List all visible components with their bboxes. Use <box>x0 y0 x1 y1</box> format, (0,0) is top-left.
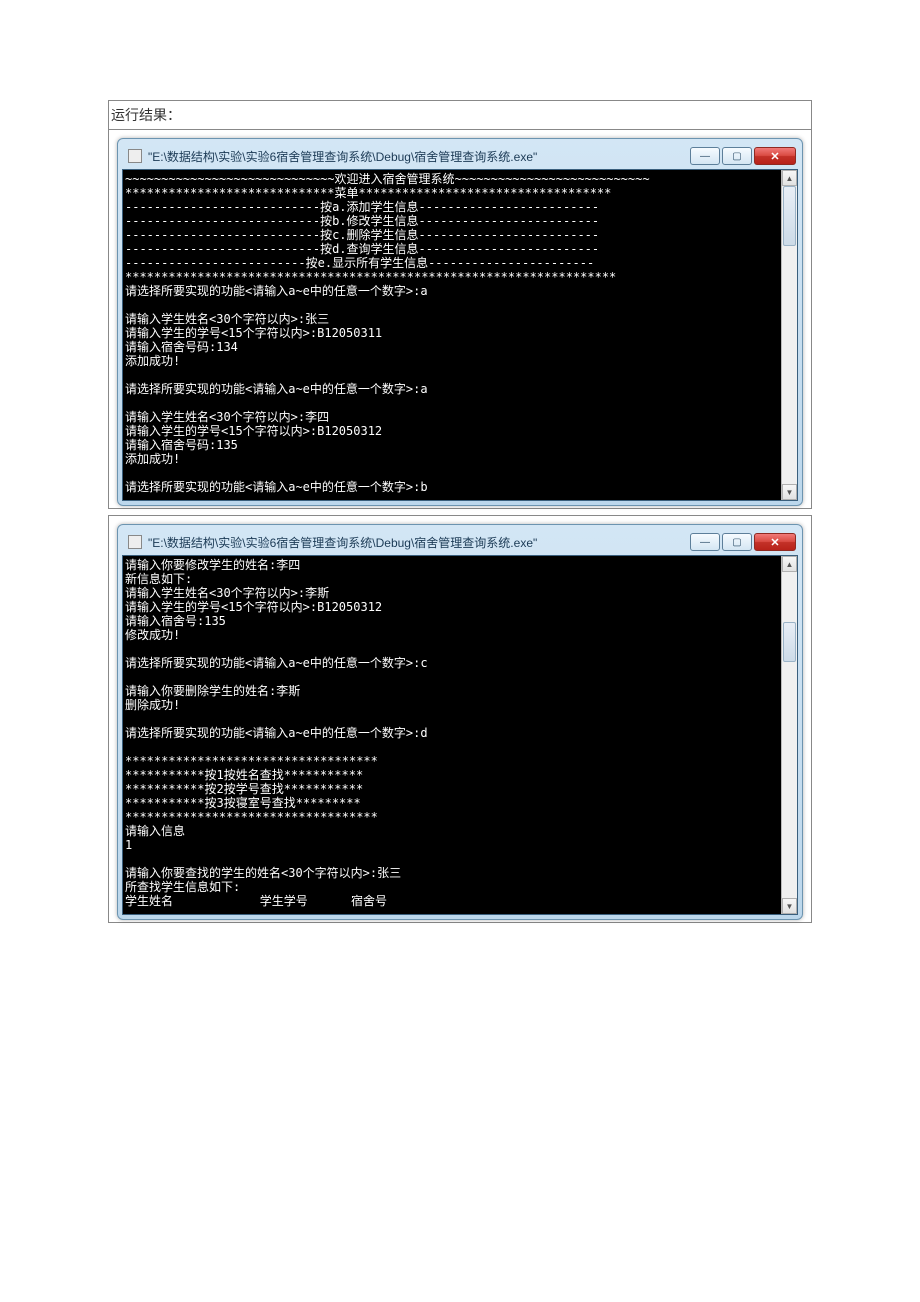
scroll-down-button[interactable]: ▼ <box>782 484 797 500</box>
titlebar[interactable]: "E:\数据结构\实验\实验6宿舍管理查询系统\Debug\宿舍管理查询系统.e… <box>122 529 798 555</box>
console-output: ~~~~~~~~~~~~~~~~~~~~~~~~~~~~~欢迎进入宿舍管理系统~… <box>123 170 797 500</box>
screenshot-frame-2: "E:\数据结构\实验\实验6宿舍管理查询系统\Debug\宿舍管理查询系统.e… <box>108 515 812 923</box>
close-button[interactable]: ✕ <box>754 147 796 165</box>
scroll-up-button[interactable]: ▲ <box>782 556 797 572</box>
scroll-down-button[interactable]: ▼ <box>782 898 797 914</box>
window-controls: — ▢ ✕ <box>688 533 796 551</box>
close-button[interactable]: ✕ <box>754 533 796 551</box>
scroll-up-button[interactable]: ▲ <box>782 170 797 186</box>
console-output: 请输入你要修改学生的姓名:李四 新信息如下: 请输入学生姓名<30个字符以内>:… <box>123 556 797 914</box>
console-window-2: "E:\数据结构\实验\实验6宿舍管理查询系统\Debug\宿舍管理查询系统.e… <box>117 524 803 920</box>
vertical-scrollbar[interactable]: ▲ ▼ <box>781 556 797 914</box>
scroll-track[interactable] <box>782 572 797 898</box>
section-heading: 运行结果： <box>108 100 812 129</box>
console-area: 请输入你要修改学生的姓名:李四 新信息如下: 请输入学生姓名<30个字符以内>:… <box>122 555 798 915</box>
window-controls: — ▢ ✕ <box>688 147 796 165</box>
maximize-button[interactable]: ▢ <box>722 147 752 165</box>
scroll-thumb[interactable] <box>783 186 796 246</box>
app-icon <box>128 535 142 549</box>
scroll-thumb[interactable] <box>783 622 796 662</box>
window-title: "E:\数据结构\实验\实验6宿舍管理查询系统\Debug\宿舍管理查询系统.e… <box>148 534 688 551</box>
console-window-1: "E:\数据结构\实验\实验6宿舍管理查询系统\Debug\宿舍管理查询系统.e… <box>117 138 803 506</box>
window-title: "E:\数据结构\实验\实验6宿舍管理查询系统\Debug\宿舍管理查询系统.e… <box>148 148 688 165</box>
scroll-track[interactable] <box>782 186 797 484</box>
screenshot-frame-1: "E:\数据结构\实验\实验6宿舍管理查询系统\Debug\宿舍管理查询系统.e… <box>108 129 812 509</box>
titlebar[interactable]: "E:\数据结构\实验\实验6宿舍管理查询系统\Debug\宿舍管理查询系统.e… <box>122 143 798 169</box>
minimize-button[interactable]: — <box>690 533 720 551</box>
console-area: ~~~~~~~~~~~~~~~~~~~~~~~~~~~~~欢迎进入宿舍管理系统~… <box>122 169 798 501</box>
app-icon <box>128 149 142 163</box>
minimize-button[interactable]: — <box>690 147 720 165</box>
vertical-scrollbar[interactable]: ▲ ▼ <box>781 170 797 500</box>
maximize-button[interactable]: ▢ <box>722 533 752 551</box>
